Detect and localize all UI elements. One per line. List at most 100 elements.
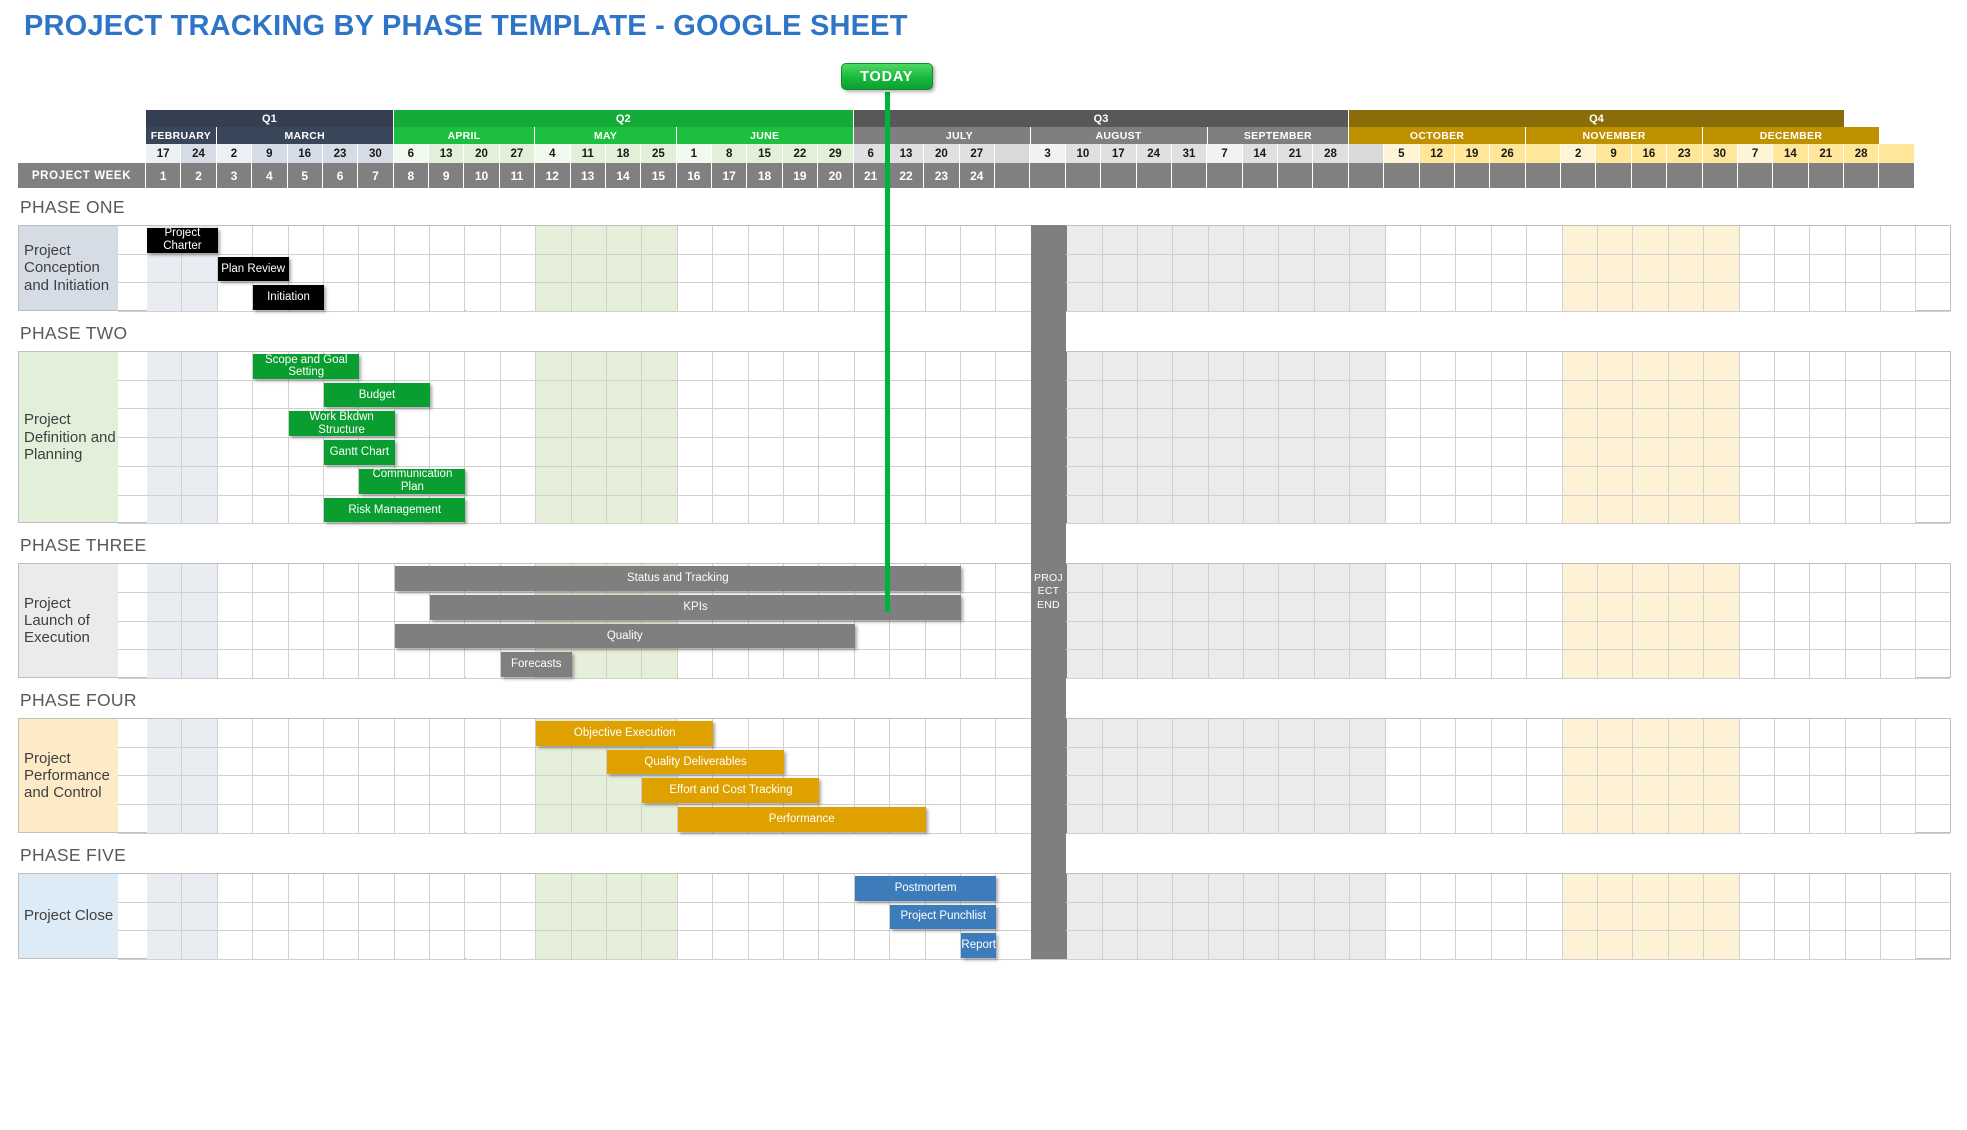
gantt-cell[interactable]	[996, 564, 1032, 593]
gantt-cell[interactable]	[784, 902, 820, 932]
gantt-cell[interactable]	[1456, 747, 1492, 777]
gantt-cell[interactable]	[1208, 254, 1245, 284]
gantt-cell[interactable]	[1244, 438, 1280, 467]
gantt-cell[interactable]	[217, 902, 254, 932]
gantt-cell[interactable]	[1633, 254, 1669, 284]
gantt-cell[interactable]	[1208, 592, 1245, 622]
gantt-cell[interactable]	[1845, 650, 1882, 680]
gantt-cell[interactable]	[1279, 805, 1315, 834]
gantt-cell[interactable]	[500, 902, 537, 932]
gantt-cell[interactable]	[1704, 805, 1740, 834]
gantt-cell[interactable]	[1350, 747, 1386, 777]
gantt-cell[interactable]	[677, 283, 714, 313]
gantt-cell[interactable]	[1102, 352, 1138, 381]
gantt-cell[interactable]	[147, 438, 183, 467]
gantt-cell[interactable]	[1102, 621, 1138, 651]
gantt-cell[interactable]	[1527, 747, 1563, 777]
gantt-cell[interactable]	[1208, 438, 1245, 467]
gantt-cell[interactable]	[1633, 931, 1669, 960]
gantt-cell[interactable]	[500, 283, 537, 313]
gantt-cell[interactable]	[1810, 650, 1846, 680]
gantt-cell[interactable]	[1102, 283, 1138, 313]
gantt-cell[interactable]	[960, 805, 997, 834]
gantt-cell[interactable]	[925, 438, 961, 467]
gantt-cell[interactable]	[1137, 283, 1174, 313]
gantt-cell[interactable]	[642, 380, 678, 410]
gantt-cell[interactable]	[1350, 650, 1386, 680]
gantt-cell[interactable]	[323, 621, 360, 651]
gantt-cell[interactable]	[147, 592, 183, 622]
gantt-cell[interactable]	[925, 409, 961, 439]
gantt-cell[interactable]	[1350, 873, 1386, 903]
gantt-cell[interactable]	[1208, 902, 1245, 932]
gantt-cell[interactable]	[784, 380, 820, 410]
gantt-cell[interactable]	[1102, 873, 1138, 903]
gantt-cell[interactable]	[1739, 719, 1775, 748]
gantt-cell[interactable]	[677, 254, 714, 284]
gantt-cell[interactable]	[1881, 352, 1917, 381]
gantt-cell[interactable]	[182, 719, 218, 748]
gantt-cell[interactable]	[1067, 283, 1103, 313]
gantt-cell[interactable]	[890, 409, 926, 439]
gantt-cell[interactable]	[925, 776, 961, 806]
gantt-cell[interactable]	[536, 873, 572, 903]
gantt-cell[interactable]	[147, 380, 183, 410]
gantt-cell[interactable]	[996, 254, 1032, 284]
gantt-cell[interactable]	[253, 776, 289, 806]
gantt-cell[interactable]	[1102, 438, 1138, 467]
gantt-cell[interactable]	[182, 495, 218, 525]
gantt-cell[interactable]	[925, 495, 961, 525]
task-bar[interactable]: Forecasts	[500, 652, 572, 678]
gantt-cell[interactable]	[713, 380, 749, 410]
gantt-cell[interactable]	[784, 873, 820, 903]
gantt-cell[interactable]	[819, 438, 855, 467]
gantt-cell[interactable]	[890, 254, 926, 284]
gantt-cell[interactable]	[1633, 283, 1669, 313]
gantt-cell[interactable]	[359, 931, 395, 960]
gantt-cell[interactable]	[607, 409, 643, 439]
gantt-cell[interactable]	[323, 719, 360, 748]
gantt-cell[interactable]	[1067, 380, 1103, 410]
gantt-cell[interactable]	[1491, 352, 1528, 381]
gantt-cell[interactable]	[1810, 495, 1846, 525]
gantt-cell[interactable]	[748, 931, 784, 960]
gantt-cell[interactable]	[996, 902, 1032, 932]
gantt-cell[interactable]	[1385, 564, 1422, 593]
gantt-cell[interactable]	[1774, 719, 1811, 748]
gantt-cell[interactable]	[996, 495, 1032, 525]
gantt-cell[interactable]	[217, 621, 254, 651]
gantt-cell[interactable]	[854, 621, 891, 651]
gantt-cell[interactable]	[960, 650, 997, 680]
gantt-cell[interactable]	[1491, 380, 1528, 410]
gantt-cell[interactable]	[1244, 254, 1280, 284]
gantt-cell[interactable]	[1279, 409, 1315, 439]
gantt-cell[interactable]	[1385, 719, 1422, 748]
gantt-cell[interactable]	[1810, 352, 1846, 381]
gantt-cell[interactable]	[1527, 438, 1563, 467]
gantt-cell[interactable]	[1562, 283, 1598, 313]
gantt-cell[interactable]	[1102, 805, 1138, 834]
gantt-cell[interactable]	[1527, 226, 1563, 255]
gantt-cell[interactable]	[1774, 352, 1811, 381]
gantt-cell[interactable]	[1208, 776, 1245, 806]
gantt-cell[interactable]	[1491, 931, 1528, 960]
gantt-cell[interactable]	[1881, 931, 1917, 960]
gantt-cell[interactable]	[1633, 380, 1669, 410]
gantt-cell[interactable]	[1456, 283, 1492, 313]
gantt-cell[interactable]	[147, 466, 183, 496]
gantt-cell[interactable]	[323, 564, 360, 593]
gantt-cell[interactable]	[1102, 776, 1138, 806]
gantt-cell[interactable]	[500, 352, 537, 381]
gantt-cell[interactable]	[1350, 380, 1386, 410]
gantt-cell[interactable]	[748, 873, 784, 903]
gantt-cell[interactable]	[1244, 226, 1280, 255]
gantt-cell[interactable]	[536, 409, 572, 439]
task-bar[interactable]: KPIs	[430, 594, 961, 620]
gantt-cell[interactable]	[1491, 466, 1528, 496]
gantt-cell[interactable]	[713, 650, 749, 680]
gantt-cell[interactable]	[996, 592, 1032, 622]
gantt-cell[interactable]	[713, 931, 749, 960]
gantt-cell[interactable]	[323, 592, 360, 622]
gantt-cell[interactable]	[642, 650, 678, 680]
gantt-cell[interactable]	[1314, 776, 1351, 806]
